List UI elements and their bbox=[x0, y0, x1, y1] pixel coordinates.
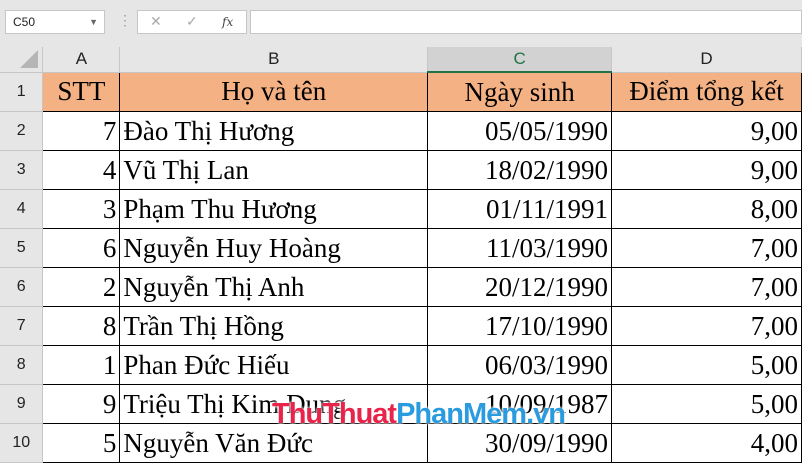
table-row: 8 1 Phan Đức Hiếu 06/03/1990 5,00 bbox=[0, 345, 802, 385]
cell-stt[interactable]: 3 bbox=[42, 189, 121, 229]
row-header[interactable]: 1 bbox=[0, 72, 44, 112]
row-header[interactable]: 2 bbox=[0, 111, 44, 151]
cell-stt[interactable]: 8 bbox=[42, 306, 121, 346]
name-box[interactable]: C50 ▼ bbox=[5, 10, 105, 34]
row-header[interactable]: 7 bbox=[0, 306, 44, 346]
column-header-d[interactable]: D bbox=[611, 47, 802, 73]
cell-stt[interactable]: 2 bbox=[42, 267, 121, 307]
row-header[interactable]: 4 bbox=[0, 189, 44, 229]
row-header[interactable]: 10 bbox=[0, 423, 44, 463]
cell-score[interactable]: 8,00 bbox=[611, 189, 802, 229]
cell-score[interactable]: 7,00 bbox=[611, 267, 802, 307]
name-box-value: C50 bbox=[13, 15, 36, 29]
formula-bar-area: C50 ▼ ⋮ ✕ ✓ fx bbox=[0, 0, 802, 47]
table-row: 7 8 Trần Thị Hồng 17/10/1990 7,00 bbox=[0, 306, 802, 346]
cell-dob[interactable]: 01/11/1991 bbox=[427, 189, 613, 229]
cell-stt[interactable]: 7 bbox=[42, 111, 121, 151]
formula-input[interactable] bbox=[250, 10, 802, 34]
cell-name[interactable]: Nguyễn Thị Anh bbox=[119, 267, 429, 307]
formula-buttons: ✕ ✓ fx bbox=[137, 10, 247, 34]
cell-header-score[interactable]: Điểm tổng kết bbox=[611, 71, 802, 112]
cell-name[interactable]: Nguyễn Huy Hoàng bbox=[119, 228, 429, 268]
cell-dob[interactable]: 20/12/1990 bbox=[427, 267, 613, 307]
row-header[interactable]: 3 bbox=[0, 150, 44, 190]
column-header-c[interactable]: C bbox=[427, 47, 613, 73]
cell-dob[interactable]: 05/05/1990 bbox=[427, 111, 613, 151]
cell-score[interactable]: 7,00 bbox=[611, 228, 802, 268]
cell-score[interactable]: 7,00 bbox=[611, 306, 802, 346]
cell-score[interactable]: 9,00 bbox=[611, 150, 802, 190]
cell-header-stt[interactable]: STT bbox=[42, 71, 121, 112]
cell-stt[interactable]: 1 bbox=[42, 345, 121, 385]
cell-score[interactable]: 4,00 bbox=[611, 423, 802, 463]
cell-dob[interactable]: 18/02/1990 bbox=[427, 150, 613, 190]
cell-name[interactable]: Vũ Thị Lan bbox=[119, 150, 429, 190]
column-header-b[interactable]: B bbox=[119, 47, 429, 73]
select-all-button[interactable] bbox=[0, 47, 44, 73]
drag-handle-icon[interactable]: ⋮ bbox=[118, 12, 132, 29]
row-header[interactable]: 8 bbox=[0, 345, 44, 385]
insert-function-icon[interactable]: fx bbox=[222, 15, 233, 29]
cell-stt[interactable]: 9 bbox=[42, 384, 121, 424]
table-row: 4 3 Phạm Thu Hương 01/11/1991 8,00 bbox=[0, 189, 802, 229]
watermark-part3: .vn bbox=[526, 398, 566, 430]
cell-name[interactable]: Phan Đức Hiếu bbox=[119, 345, 429, 385]
table-row: 2 7 Đào Thị Hương 05/05/1990 9,00 bbox=[0, 111, 802, 151]
cell-header-name[interactable]: Họ và tên bbox=[119, 71, 429, 112]
cell-stt[interactable]: 5 bbox=[42, 423, 121, 463]
cell-dob[interactable]: 11/03/1990 bbox=[427, 228, 613, 268]
cell-score[interactable]: 9,00 bbox=[611, 111, 802, 151]
cell-stt[interactable]: 4 bbox=[42, 150, 121, 190]
table-row: 5 6 Nguyễn Huy Hoàng 11/03/1990 7,00 bbox=[0, 228, 802, 268]
row-header[interactable]: 9 bbox=[0, 384, 44, 424]
cell-name[interactable]: Trần Thị Hồng bbox=[119, 306, 429, 346]
cell-score[interactable]: 5,00 bbox=[611, 345, 802, 385]
cell-header-dob[interactable]: Ngày sinh bbox=[427, 71, 613, 112]
cancel-icon[interactable]: ✕ bbox=[150, 13, 162, 30]
watermark-part2: PhanMem bbox=[396, 398, 527, 430]
chevron-down-icon[interactable]: ▼ bbox=[89, 11, 98, 33]
cell-stt[interactable]: 6 bbox=[42, 228, 121, 268]
cell-score[interactable]: 5,00 bbox=[611, 384, 802, 424]
table-row: 6 2 Nguyễn Thị Anh 20/12/1990 7,00 bbox=[0, 267, 802, 307]
watermark-part1: ThuThuat bbox=[272, 398, 397, 430]
cell-dob[interactable]: 17/10/1990 bbox=[427, 306, 613, 346]
row-header[interactable]: 5 bbox=[0, 228, 44, 268]
cell-dob[interactable]: 06/03/1990 bbox=[427, 345, 613, 385]
table-row: 3 4 Vũ Thị Lan 18/02/1990 9,00 bbox=[0, 150, 802, 190]
row-header[interactable]: 6 bbox=[0, 267, 44, 307]
watermark: ThuThuatPhanMem.vn bbox=[272, 398, 566, 431]
cell-name[interactable]: Phạm Thu Hương bbox=[119, 189, 429, 229]
cell-name[interactable]: Đào Thị Hương bbox=[119, 111, 429, 151]
column-header-a[interactable]: A bbox=[42, 47, 121, 73]
enter-icon[interactable]: ✓ bbox=[186, 13, 198, 30]
